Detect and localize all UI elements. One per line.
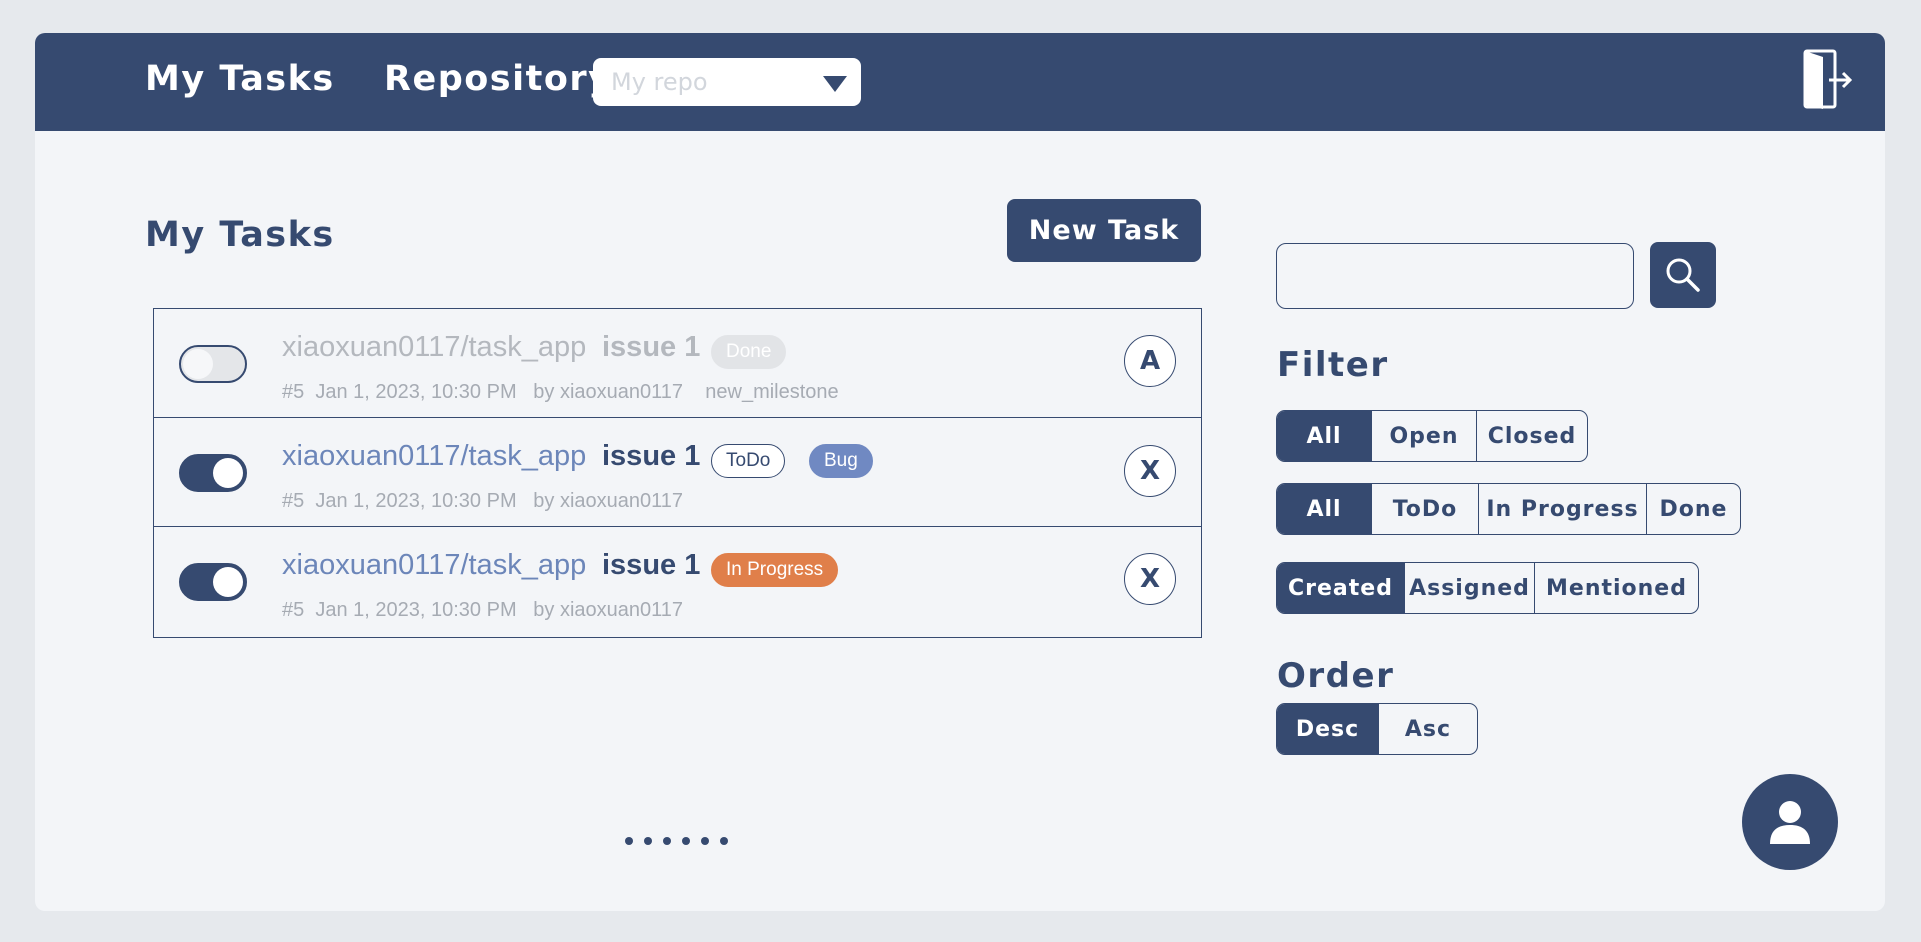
task-repo-link[interactable]: xiaoxuan0117/task_app bbox=[282, 331, 586, 364]
task-row: xiaoxuan0117/task_app issue 1 Done #5 Ja… bbox=[154, 309, 1201, 418]
search-input[interactable] bbox=[1276, 243, 1634, 309]
filter-assigned[interactable]: Assigned bbox=[1405, 563, 1535, 613]
order-asc[interactable]: Asc bbox=[1379, 704, 1477, 754]
filter-status-all[interactable]: All bbox=[1277, 484, 1372, 534]
app-title[interactable]: My Tasks bbox=[145, 59, 335, 99]
order-desc[interactable]: Desc bbox=[1277, 704, 1379, 754]
repository-select[interactable]: My repo bbox=[593, 58, 861, 106]
task-repo-link[interactable]: xiaoxuan0117/task_app bbox=[282, 440, 586, 473]
filter-state-closed[interactable]: Closed bbox=[1477, 411, 1587, 461]
pager-dot[interactable] bbox=[625, 837, 633, 845]
task-action-button[interactable]: X bbox=[1124, 553, 1176, 605]
task-meta: #5 Jan 1, 2023, 10:30 PM by xiaoxuan0117 bbox=[282, 490, 684, 512]
label-badge: Bug bbox=[809, 444, 873, 478]
filter-state-all[interactable]: All bbox=[1277, 411, 1372, 461]
filter-status-in-progress[interactable]: In Progress bbox=[1479, 484, 1647, 534]
filter-created[interactable]: Created bbox=[1277, 563, 1405, 613]
search-icon bbox=[1666, 258, 1700, 292]
logout-door-icon[interactable] bbox=[1799, 47, 1855, 111]
search-button[interactable] bbox=[1650, 242, 1716, 308]
filter-status-todo[interactable]: ToDo bbox=[1372, 484, 1479, 534]
status-filter-group: All ToDo In Progress Done bbox=[1276, 483, 1741, 535]
pager-dot[interactable] bbox=[682, 837, 690, 845]
app-window: My Tasks Repository My repo My Tasks New… bbox=[35, 33, 1885, 911]
task-action-button[interactable]: A bbox=[1124, 335, 1176, 387]
state-filter-group: All Open Closed bbox=[1276, 410, 1588, 462]
task-action-button[interactable]: X bbox=[1124, 445, 1176, 497]
task-list: xiaoxuan0117/task_app issue 1 Done #5 Ja… bbox=[153, 308, 1202, 638]
task-issue-title[interactable]: issue 1 bbox=[602, 331, 700, 364]
page-heading: My Tasks bbox=[145, 215, 335, 255]
order-title: Order bbox=[1277, 656, 1395, 696]
pager-dot[interactable] bbox=[720, 837, 728, 845]
new-task-button[interactable]: New Task bbox=[1007, 199, 1201, 262]
filter-status-done[interactable]: Done bbox=[1647, 484, 1740, 534]
task-issue-title[interactable]: issue 1 bbox=[602, 440, 700, 473]
task-repo-link[interactable]: xiaoxuan0117/task_app bbox=[282, 549, 586, 582]
top-bar: My Tasks Repository My repo bbox=[35, 33, 1885, 131]
pager-dot[interactable] bbox=[644, 837, 652, 845]
task-toggle[interactable] bbox=[179, 454, 247, 492]
user-avatar-button[interactable] bbox=[1742, 774, 1838, 870]
filter-title: Filter bbox=[1277, 345, 1389, 385]
order-group: Desc Asc bbox=[1276, 703, 1478, 755]
task-meta: #5 Jan 1, 2023, 10:30 PM by xiaoxuan0117… bbox=[282, 381, 839, 403]
relation-filter-group: Created Assigned Mentioned bbox=[1276, 562, 1699, 614]
repository-select-placeholder: My repo bbox=[611, 68, 708, 96]
task-toggle[interactable] bbox=[179, 345, 247, 383]
task-toggle[interactable] bbox=[179, 563, 247, 601]
user-icon bbox=[1770, 801, 1810, 844]
status-badge: In Progress bbox=[711, 553, 839, 587]
pager-dot[interactable] bbox=[701, 837, 709, 845]
task-meta: #5 Jan 1, 2023, 10:30 PM by xiaoxuan0117 bbox=[282, 599, 684, 621]
repository-label: Repository bbox=[384, 59, 613, 99]
filter-mentioned[interactable]: Mentioned bbox=[1535, 563, 1698, 613]
status-badge: Done bbox=[711, 335, 787, 369]
task-issue-title[interactable]: issue 1 bbox=[602, 549, 700, 582]
filter-state-open[interactable]: Open bbox=[1372, 411, 1477, 461]
pager-dot[interactable] bbox=[663, 837, 671, 845]
pagination-dots[interactable] bbox=[625, 837, 728, 845]
caret-down-icon bbox=[823, 76, 847, 92]
task-row: xiaoxuan0117/task_app issue 1 In Progres… bbox=[154, 527, 1201, 635]
task-row: xiaoxuan0117/task_app issue 1 ToDo Bug #… bbox=[154, 418, 1201, 527]
status-badge: ToDo bbox=[711, 444, 786, 478]
